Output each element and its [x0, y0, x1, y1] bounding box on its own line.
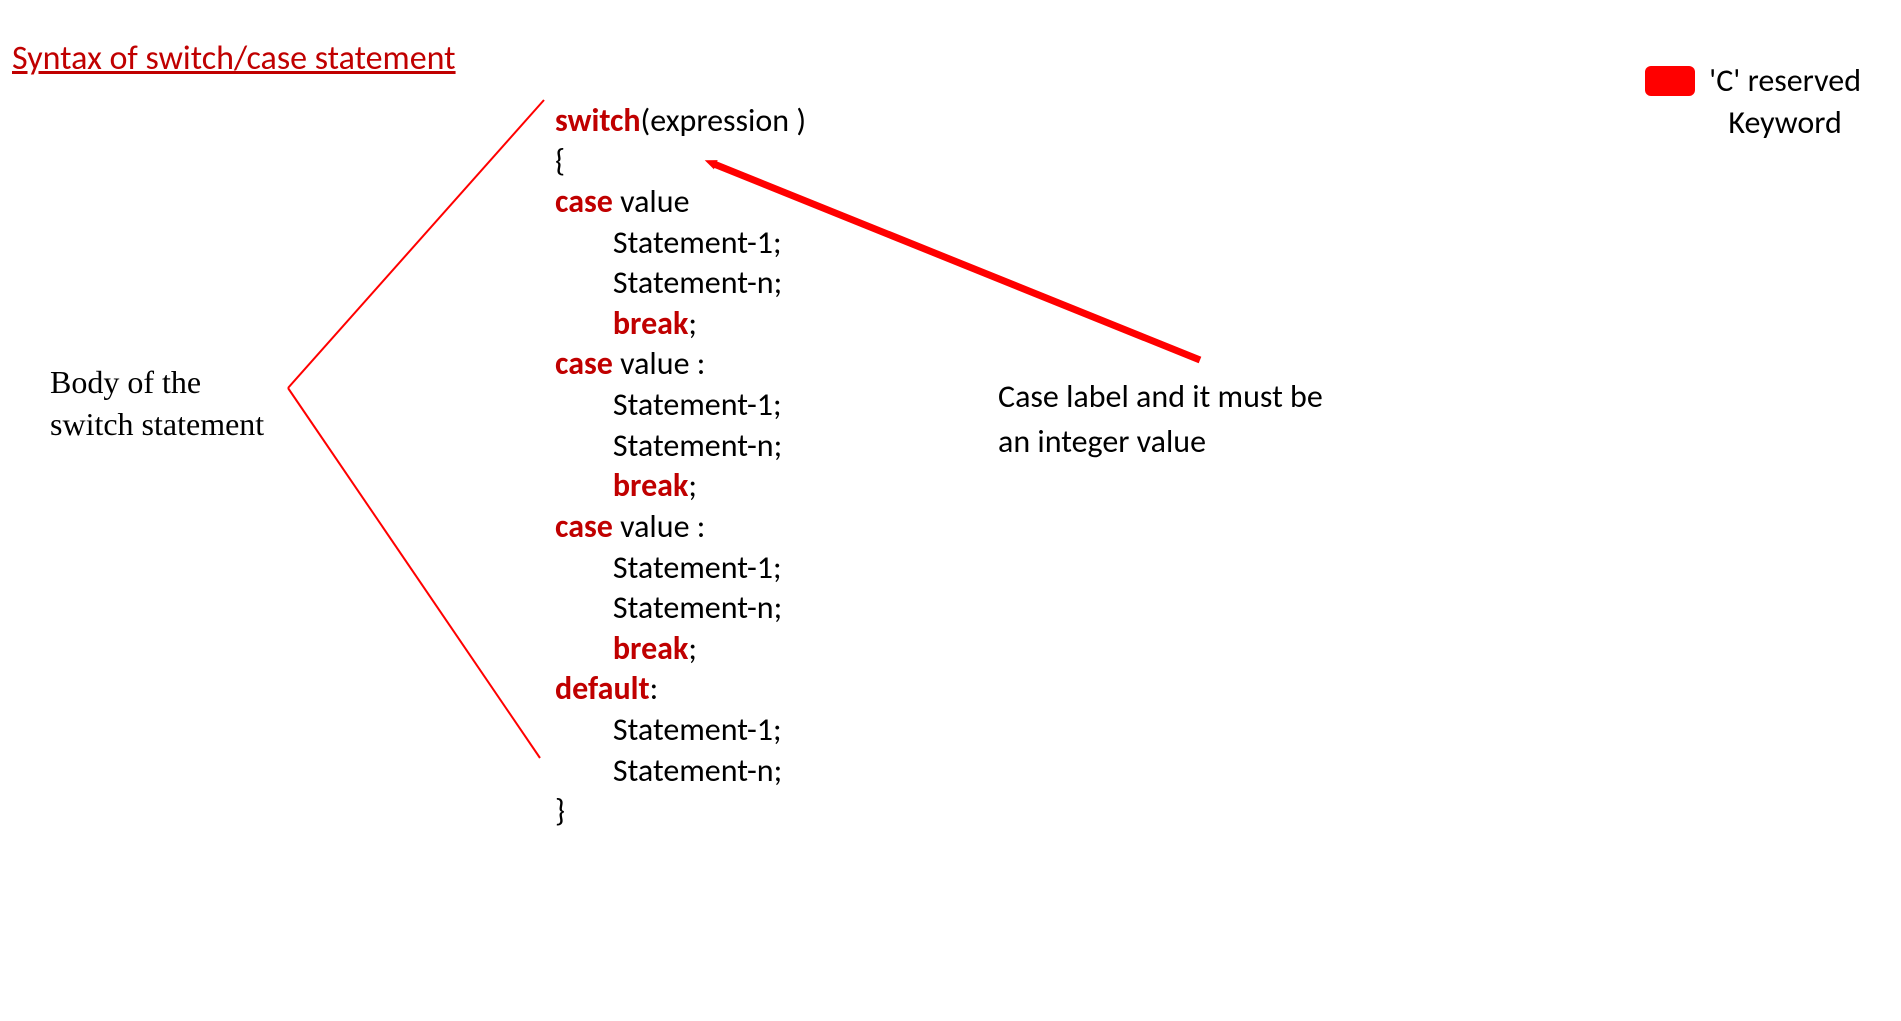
case-keyword-2: case — [555, 344, 613, 383]
annotation-lines — [0, 0, 1901, 1021]
legend-line-2: Keyword — [1709, 102, 1861, 144]
break-keyword-1: break — [613, 304, 688, 343]
case-value-2: value : — [613, 344, 705, 383]
bracket-line-bottom — [288, 388, 540, 758]
page-title: Syntax of switch/case statement — [12, 38, 456, 79]
statement-1b: Statement-n; — [613, 263, 782, 302]
body-label-line-2: switch statement — [50, 404, 264, 446]
case-label-annotation: Case label and it must be an integer val… — [998, 375, 1323, 465]
statement-3a: Statement-1; — [613, 548, 782, 587]
case-label-line-1: Case label and it must be — [998, 375, 1323, 420]
statement-db: Statement-n; — [613, 751, 782, 790]
switch-keyword: switch — [555, 101, 641, 140]
case-keyword-1: case — [555, 182, 613, 221]
default-colon: : — [650, 669, 659, 708]
body-label: Body of the switch statement — [50, 362, 264, 445]
break-semi-1: ; — [688, 304, 697, 343]
legend-line-1: 'C' reserved — [1709, 60, 1861, 102]
legend-swatch — [1645, 66, 1695, 96]
statement-2b: Statement-n; — [613, 426, 782, 465]
case-value-3: value : — [613, 507, 705, 546]
break-semi-3: ; — [688, 629, 697, 668]
statement-3b: Statement-n; — [613, 588, 782, 627]
legend: 'C' reserved Keyword — [1645, 60, 1861, 143]
switch-expression: (expression ) — [641, 101, 806, 140]
statement-2a: Statement-1; — [613, 385, 782, 424]
code-block: switch(expression ) { case value Stateme… — [555, 60, 806, 832]
default-keyword: default — [555, 669, 650, 708]
break-semi-2: ; — [688, 466, 697, 505]
break-keyword-3: break — [613, 629, 688, 668]
case-keyword-3: case — [555, 507, 613, 546]
legend-text: 'C' reserved Keyword — [1709, 60, 1861, 143]
body-label-line-1: Body of the — [50, 362, 264, 404]
statement-1a: Statement-1; — [613, 223, 782, 262]
open-brace: { — [555, 141, 565, 180]
close-brace: } — [555, 791, 565, 830]
case-label-line-2: an integer value — [998, 420, 1323, 465]
case-value-1: value — [613, 182, 690, 221]
bracket-line-top — [288, 100, 544, 388]
statement-da: Statement-1; — [613, 710, 782, 749]
break-keyword-2: break — [613, 466, 688, 505]
